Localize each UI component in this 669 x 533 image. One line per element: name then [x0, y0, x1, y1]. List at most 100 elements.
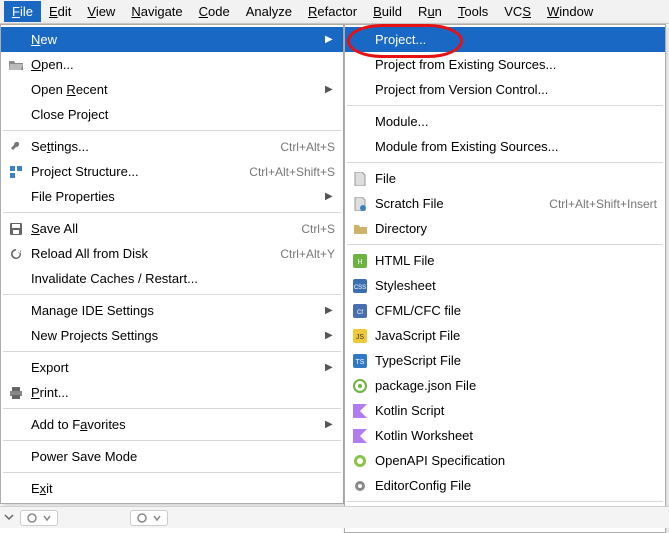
- menu-item-label: Stylesheet: [375, 278, 657, 293]
- gear-icon: [351, 477, 369, 495]
- menu-item-label: Open Recent: [31, 82, 319, 97]
- menu-item-file-properties[interactable]: File Properties▶: [1, 184, 343, 209]
- menubar-item-analyze[interactable]: Analyze: [238, 1, 300, 22]
- menu-item-label: Kotlin Worksheet: [375, 428, 657, 443]
- menu-item-module[interactable]: Module...: [345, 109, 665, 134]
- menubar-item-view[interactable]: View: [79, 1, 123, 22]
- menu-item-settings[interactable]: Settings...Ctrl+Alt+S: [1, 134, 343, 159]
- menu-separator: [347, 105, 663, 106]
- menu-item-label: Settings...: [31, 139, 270, 154]
- scratch-icon: [351, 195, 369, 213]
- menu-item-save-all[interactable]: Save AllCtrl+S: [1, 216, 343, 241]
- blank-icon: [7, 327, 25, 345]
- menu-item-javascript-file[interactable]: JSJavaScript File: [345, 323, 665, 348]
- menu-item-label: Exit: [31, 481, 335, 496]
- ts-icon: TS: [351, 352, 369, 370]
- menu-item-label: Invalidate Caches / Restart...: [31, 271, 335, 286]
- blank-icon: [351, 138, 369, 156]
- menu-item-file[interactable]: File: [345, 166, 665, 191]
- menu-item-export[interactable]: Export▶: [1, 355, 343, 380]
- menubar-item-file[interactable]: File: [4, 1, 41, 22]
- menu-item-label: Open...: [31, 57, 335, 72]
- menubar-item-refactor[interactable]: Refactor: [300, 1, 365, 22]
- menubar-item-edit[interactable]: Edit: [41, 1, 79, 22]
- menu-item-cfml-cfc-file[interactable]: CfCFML/CFC file: [345, 298, 665, 323]
- menubar-item-navigate[interactable]: Navigate: [123, 1, 190, 22]
- menu-item-invalidate-caches-restart[interactable]: Invalidate Caches / Restart...: [1, 266, 343, 291]
- menu-item-directory[interactable]: Directory: [345, 216, 665, 241]
- menu-item-label: Directory: [375, 221, 657, 236]
- menu-item-label: New Projects Settings: [31, 328, 319, 343]
- menu-item-manage-ide-settings[interactable]: Manage IDE Settings▶: [1, 298, 343, 323]
- menu-item-typescript-file[interactable]: TS TypeScript File: [345, 348, 665, 373]
- menu-item-new[interactable]: New ▶: [1, 27, 343, 52]
- menu-item-exit[interactable]: Exit: [1, 476, 343, 501]
- menu-item-project[interactable]: Project...: [345, 27, 665, 52]
- menu-item-add-to-favorites[interactable]: Add to Favorites ▶: [1, 412, 343, 437]
- menu-item-label: Project from Existing Sources...: [375, 57, 657, 72]
- menu-item-editorconfig-file[interactable]: EditorConfig File: [345, 473, 665, 498]
- submenu-arrow-icon: ▶: [325, 84, 335, 95]
- menu-item-kotlin-script[interactable]: Kotlin Script: [345, 398, 665, 423]
- menubar-item-tools[interactable]: Tools: [450, 1, 496, 22]
- menubar-item-vcs[interactable]: VCS: [496, 1, 539, 22]
- menu-item-open-recent[interactable]: Open Recent ▶: [1, 77, 343, 102]
- menu-item-openapi-specification[interactable]: OpenAPI Specification: [345, 448, 665, 473]
- menu-item-print[interactable]: Print...: [1, 380, 343, 405]
- menubar-item-run[interactable]: Run: [410, 1, 450, 22]
- kotlin-icon: [351, 402, 369, 420]
- menu-item-power-save-mode[interactable]: Power Save Mode: [1, 444, 343, 469]
- menu-separator: [3, 212, 341, 213]
- kotlin-icon: [351, 427, 369, 445]
- menu-item-label: Kotlin Script: [375, 403, 657, 418]
- menu-item-label: Close Project: [31, 107, 335, 122]
- tab-chip[interactable]: [130, 510, 168, 526]
- menu-item-label: Project Structure...: [31, 164, 239, 179]
- menubar-item-code[interactable]: Code: [191, 1, 238, 22]
- menu-item-close-project[interactable]: Close Project: [1, 102, 343, 127]
- menu-item-scratch-file[interactable]: Scratch FileCtrl+Alt+Shift+Insert: [345, 191, 665, 216]
- circle-icon: [27, 513, 37, 523]
- submenu-arrow-icon: ▶: [325, 191, 335, 202]
- submenu-arrow-icon: ▶: [325, 34, 335, 45]
- menu-separator: [347, 244, 663, 245]
- blank-icon: [351, 56, 369, 74]
- menu-item-project-from-version-control[interactable]: Project from Version Control...: [345, 77, 665, 102]
- pkg-icon: [351, 377, 369, 395]
- menu-item-module-from-existing-sources[interactable]: Module from Existing Sources...: [345, 134, 665, 159]
- menu-item-label: Save All: [31, 221, 291, 236]
- menu-item-project-structure[interactable]: Project Structure...Ctrl+Alt+Shift+S: [1, 159, 343, 184]
- menu-item-reload-all-from-disk[interactable]: Reload All from DiskCtrl+Alt+Y: [1, 241, 343, 266]
- submenu-arrow-icon: ▶: [325, 419, 335, 430]
- menu-item-label: Module from Existing Sources...: [375, 139, 657, 154]
- menubar-item-build[interactable]: Build: [365, 1, 410, 22]
- blank-icon: [7, 302, 25, 320]
- menu-shortcut: Ctrl+Alt+Y: [270, 247, 335, 261]
- menu-item-label: Scratch File: [375, 196, 539, 211]
- tab-chip[interactable]: [20, 510, 58, 526]
- blank-icon: [7, 31, 25, 49]
- menu-item-label: New: [31, 32, 319, 47]
- html-icon: H: [351, 252, 369, 270]
- menubar-item-window[interactable]: Window: [539, 1, 601, 22]
- menu-item-label: TypeScript File: [375, 353, 657, 368]
- menu-separator: [347, 162, 663, 163]
- svg-text:JS: JS: [356, 334, 365, 341]
- menu-item-html-file[interactable]: H HTML File: [345, 248, 665, 273]
- menu-item-stylesheet[interactable]: CSSStylesheet: [345, 273, 665, 298]
- menu-separator: [3, 408, 341, 409]
- menu-item-package-json-file[interactable]: package.json File: [345, 373, 665, 398]
- expand-icon[interactable]: [4, 510, 14, 525]
- menu-item-open[interactable]: Open...: [1, 52, 343, 77]
- menu-item-label: Power Save Mode: [31, 449, 335, 464]
- menu-item-label: HTML File: [375, 253, 657, 268]
- menu-item-label: CFML/CFC file: [375, 303, 657, 318]
- svg-text:TS: TS: [356, 359, 365, 366]
- menu-separator: [347, 501, 663, 502]
- menu-item-project-from-existing-sources[interactable]: Project from Existing Sources...: [345, 52, 665, 77]
- menu-item-label: Add to Favorites: [31, 417, 319, 432]
- menu-item-label: OpenAPI Specification: [375, 453, 657, 468]
- blank-icon: [351, 113, 369, 131]
- menu-item-kotlin-worksheet[interactable]: Kotlin Worksheet: [345, 423, 665, 448]
- menu-item-new-projects-settings[interactable]: New Projects Settings▶: [1, 323, 343, 348]
